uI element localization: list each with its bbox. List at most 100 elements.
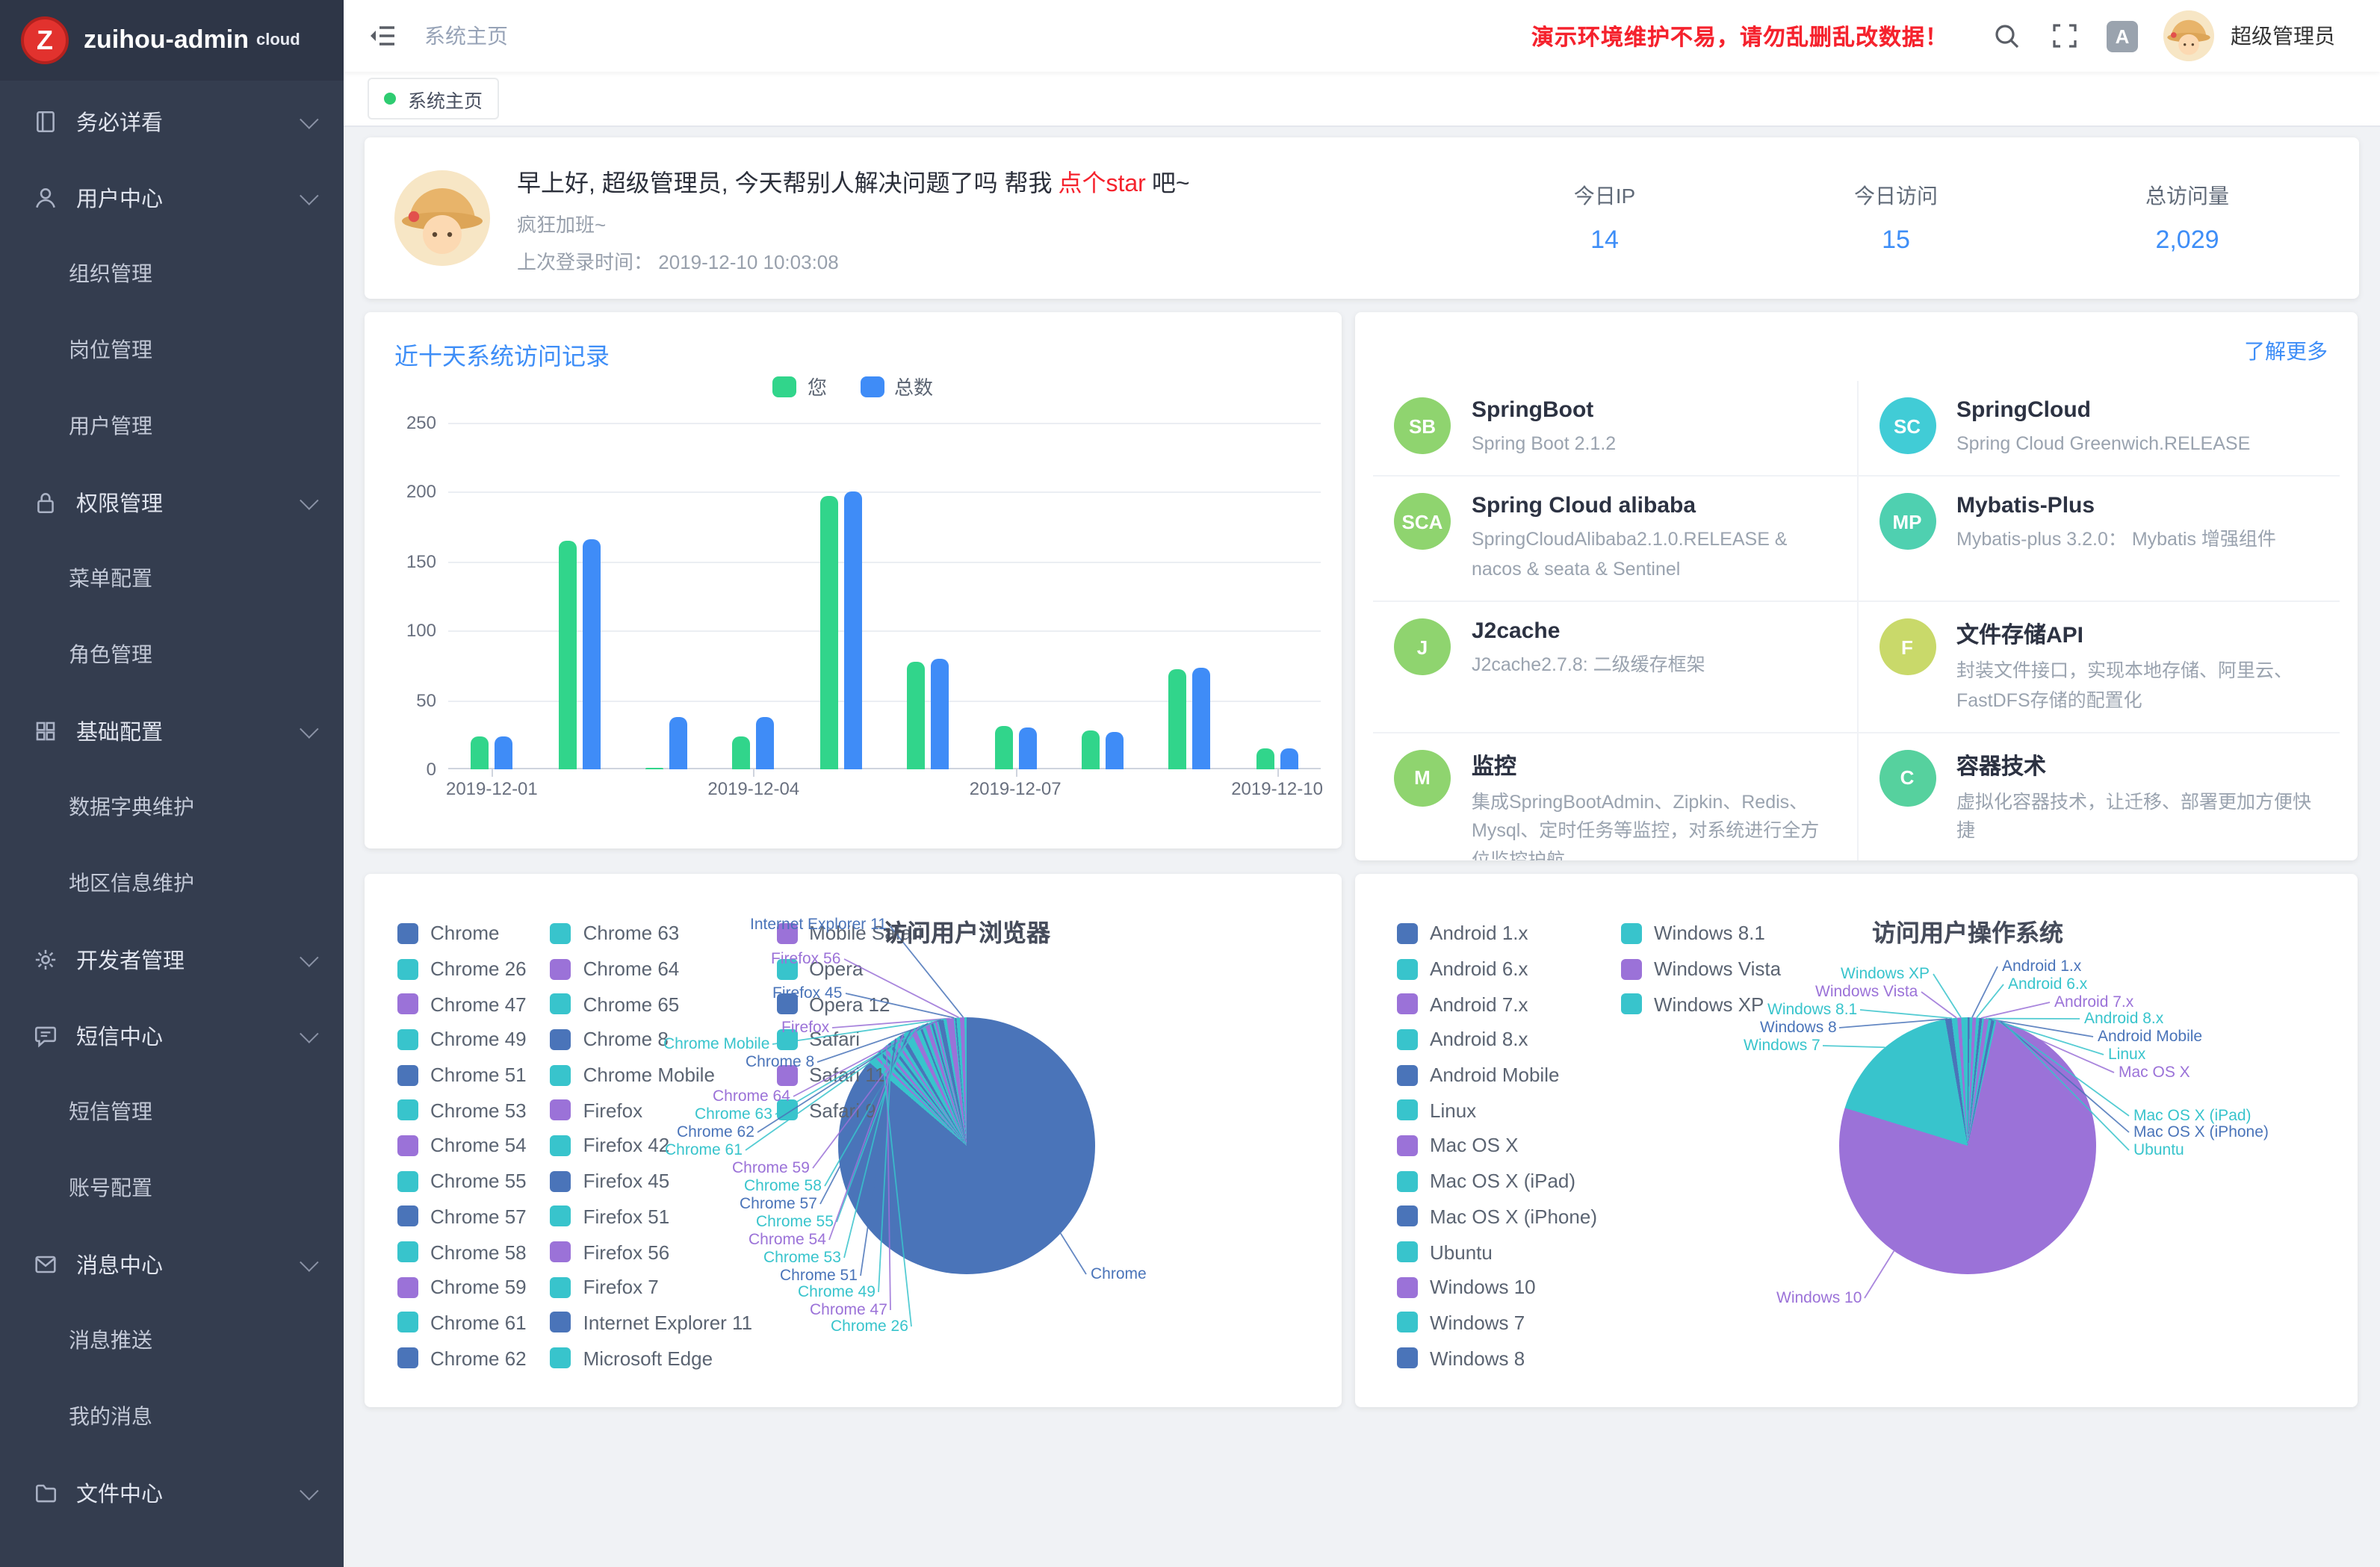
bar[interactable] — [757, 717, 775, 770]
sidebar-subitem[interactable]: 岗位管理 — [0, 312, 344, 388]
legend-item[interactable]: Ubuntu — [1397, 1234, 1597, 1269]
legend-item[interactable]: Windows Vista — [1621, 951, 1781, 986]
legend-item[interactable]: Windows 10 — [1397, 1270, 1597, 1305]
bar[interactable] — [1106, 732, 1124, 769]
legend-item[interactable]: Chrome 51 — [397, 1058, 527, 1093]
sidebar-subitem[interactable]: 消息推送 — [0, 1303, 344, 1379]
legend-item[interactable]: Microsoft Edge — [551, 1341, 752, 1376]
legend-item[interactable]: Chrome 47 — [397, 987, 527, 1022]
legend-item[interactable]: Linux — [1397, 1093, 1597, 1128]
sidebar-subitem[interactable]: 组织管理 — [0, 236, 344, 312]
bar[interactable] — [558, 541, 576, 769]
sidebar-item[interactable]: 开发者管理 — [0, 922, 344, 998]
legend-item[interactable]: Firefox 51 — [551, 1199, 752, 1234]
bar[interactable] — [471, 736, 489, 769]
os-pie[interactable] — [1839, 1017, 2096, 1274]
legend-item[interactable]: Chrome 57 — [397, 1199, 527, 1234]
legend-item[interactable]: Windows XP — [1621, 987, 1781, 1022]
legend-item[interactable]: Chrome 55 — [397, 1164, 527, 1199]
legend-item[interactable]: Android 8.x — [1397, 1022, 1597, 1057]
bar[interactable] — [907, 661, 925, 769]
font-size-icon[interactable]: A — [2107, 20, 2138, 52]
bar[interactable] — [1082, 730, 1100, 769]
bar[interactable] — [1169, 669, 1187, 769]
username[interactable]: 超级管理员 — [2231, 21, 2335, 51]
stat-value[interactable]: 2,029 — [2135, 226, 2240, 255]
legend-item[interactable]: Firefox 45 — [551, 1164, 752, 1199]
app-root: Z zuihou-admin cloud 务必详看用户中心组织管理岗位管理用户管… — [0, 0, 2380, 1567]
legend-item[interactable]: Windows 8 — [1397, 1341, 1597, 1376]
sidebar-item[interactable]: 权限管理 — [0, 465, 344, 541]
legend-item[interactable]: Chrome 63 — [551, 916, 752, 951]
pie-callout-label: Chrome 47 — [810, 1301, 887, 1319]
bar[interactable] — [582, 539, 600, 769]
sidebar-item[interactable]: 务必详看 — [0, 84, 344, 160]
legend-item[interactable]: Android 6.x — [1397, 951, 1597, 986]
bar[interactable] — [1018, 727, 1036, 769]
legend-item[interactable]: Chrome — [397, 916, 527, 951]
search-icon[interactable] — [1990, 19, 2023, 52]
legend-item[interactable]: Windows 7 — [1397, 1305, 1597, 1340]
legend-item[interactable]: 您 — [773, 372, 827, 400]
legend-item[interactable]: Chrome 65 — [551, 987, 752, 1022]
avatar[interactable] — [2163, 10, 2214, 61]
bar[interactable] — [994, 726, 1012, 769]
legend-item[interactable]: Safari 9 — [776, 1093, 923, 1128]
legend-item[interactable]: Windows 8.1 — [1621, 916, 1781, 951]
hamburger-icon[interactable] — [368, 21, 397, 51]
sidebar-subitem[interactable]: 地区信息维护 — [0, 845, 344, 922]
sidebar-subitem[interactable]: 菜单配置 — [0, 541, 344, 617]
star-link[interactable]: 点个star — [1058, 171, 1145, 196]
bar[interactable] — [495, 736, 512, 769]
fullscreen-icon[interactable] — [2048, 19, 2081, 52]
legend-item[interactable]: Chrome 53 — [397, 1093, 527, 1128]
bar[interactable] — [1193, 668, 1211, 769]
pie-callout-label: Chrome 58 — [744, 1177, 822, 1195]
legend-item[interactable]: Firefox 7 — [551, 1270, 752, 1305]
breadcrumb[interactable]: 系统主页 — [424, 21, 508, 51]
legend-item[interactable]: 总数 — [860, 372, 933, 400]
sidebar-item[interactable]: 基础配置 — [0, 693, 344, 769]
sidebar-subitem[interactable]: 数据字典维护 — [0, 769, 344, 845]
sidebar-item[interactable]: 用户中心 — [0, 160, 344, 236]
tech-title: SpringBoot — [1472, 397, 1616, 423]
logo[interactable]: Z zuihou-admin cloud — [0, 0, 344, 81]
sidebar-subitem[interactable]: 短信管理 — [0, 1074, 344, 1150]
sidebar-item[interactable]: 短信中心 — [0, 998, 344, 1074]
sidebar-subitem[interactable]: 我的消息 — [0, 1379, 344, 1455]
legend-item[interactable]: Chrome 59 — [397, 1270, 527, 1305]
legend-item[interactable]: Chrome 62 — [397, 1341, 527, 1376]
legend-item[interactable]: Chrome 26 — [397, 951, 527, 986]
legend-item[interactable]: Chrome 64 — [551, 951, 752, 986]
legend-item[interactable]: Firefox 56 — [551, 1234, 752, 1269]
bar[interactable] — [733, 736, 751, 769]
bar[interactable] — [844, 492, 862, 769]
chevron-down-icon — [300, 491, 318, 509]
bar[interactable] — [1280, 748, 1298, 769]
bar[interactable] — [820, 496, 838, 769]
legend-item[interactable]: Mac OS X (iPhone) — [1397, 1199, 1597, 1234]
legend-item[interactable]: Mac OS X (iPad) — [1397, 1164, 1597, 1199]
sidebar-item[interactable]: 文件中心 — [0, 1455, 344, 1531]
sidebar-item[interactable]: 消息中心 — [0, 1226, 344, 1303]
legend-item[interactable]: Chrome 58 — [397, 1234, 527, 1269]
legend-item[interactable]: Android 7.x — [1397, 987, 1597, 1022]
sidebar-subitem[interactable]: 用户管理 — [0, 388, 344, 465]
stat-value[interactable]: 15 — [1844, 226, 1948, 255]
bar[interactable] — [931, 659, 949, 769]
legend-item[interactable]: Chrome 49 — [397, 1022, 527, 1057]
legend-item[interactable]: Internet Explorer 11 — [551, 1305, 752, 1340]
legend-item[interactable]: Android 1.x — [1397, 916, 1597, 951]
legend-item[interactable]: Chrome 61 — [397, 1305, 527, 1340]
learn-more-link[interactable]: 了解更多 — [2244, 336, 2328, 366]
bar[interactable] — [1256, 748, 1274, 769]
legend-item[interactable]: Mac OS X — [1397, 1128, 1597, 1163]
sidebar-subitem[interactable]: 账号配置 — [0, 1150, 344, 1226]
stat-value[interactable]: 14 — [1552, 226, 1657, 255]
bar[interactable] — [645, 768, 663, 769]
tab-home[interactable]: 系统主页 — [368, 78, 499, 120]
legend-item[interactable]: Android Mobile — [1397, 1058, 1597, 1093]
bar[interactable] — [669, 717, 687, 770]
sidebar-subitem[interactable]: 角色管理 — [0, 617, 344, 693]
legend-item[interactable]: Chrome 54 — [397, 1128, 527, 1163]
